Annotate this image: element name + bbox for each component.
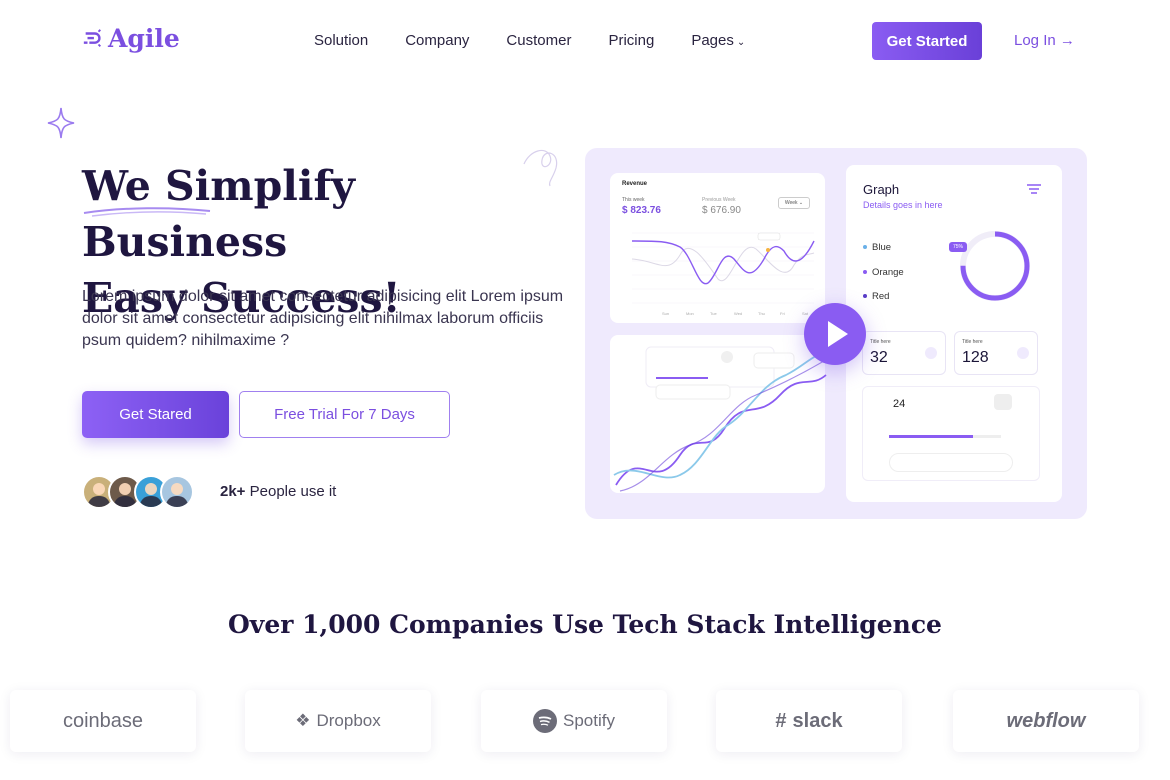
- stat-icon: [925, 347, 937, 359]
- graph-card: Graph Details goes in here Blue Orange R…: [846, 165, 1062, 502]
- day-tick-tue: Tue: [710, 311, 718, 316]
- companies-heading: Over 1,000 Companies Use Tech Stack Inte…: [228, 610, 942, 639]
- top-nav: Agile Solution Company Customer Pricing …: [0, 0, 1170, 84]
- free-trial-button[interactable]: Free Trial For 7 Days: [239, 391, 450, 438]
- logo-coinbase: coinbase: [10, 690, 196, 752]
- day-tick-sat: Sat: [802, 311, 809, 316]
- logo-dropbox: ❖ Dropbox: [245, 690, 431, 752]
- logo-spotify: Spotify: [481, 690, 667, 752]
- day-tick-sun: Sun: [662, 311, 669, 316]
- stat-value: 32: [870, 349, 888, 366]
- login-link[interactable]: Log In →: [1014, 32, 1075, 49]
- more-icon[interactable]: [994, 394, 1012, 410]
- get-stared-button[interactable]: Get Stared: [82, 391, 229, 438]
- period-select[interactable]: Week ⌄: [778, 197, 810, 209]
- detail-value: 24: [893, 398, 906, 410]
- period-select-label: Week: [784, 200, 798, 206]
- legend-label-orange: Orange: [872, 266, 904, 278]
- this-week-label: This week: [622, 197, 645, 203]
- previous-week-value: $ 676.90: [702, 205, 741, 216]
- avatar: [160, 475, 194, 509]
- slack-icon: #: [775, 709, 787, 732]
- revenue-title: Revenue: [622, 181, 648, 187]
- brand-logo[interactable]: Agile: [82, 24, 180, 53]
- get-started-button[interactable]: Get Started: [872, 22, 982, 60]
- percent-badge: 75%: [949, 242, 968, 252]
- coinbase-wordmark: coinbase: [62, 709, 144, 732]
- revenue-line-chart: Sun Mon Tue Wed Thu Fri Sat: [631, 232, 815, 316]
- previous-week-label: Previous Week: [702, 197, 736, 203]
- progress-bar: [889, 435, 1001, 438]
- nav-link-pages[interactable]: Pages ⌄: [691, 32, 745, 49]
- progress-fill: [889, 435, 973, 438]
- dropbox-icon: ❖: [295, 711, 311, 730]
- sparkle-icon: [47, 107, 75, 139]
- stat-label: Title here: [870, 339, 891, 345]
- legend-item-red: Red: [863, 285, 904, 310]
- participants-pill: [889, 453, 1013, 472]
- donut-chart: [960, 231, 1030, 301]
- revenue-card: Revenue This week Previous Week $ 823.76…: [610, 173, 825, 323]
- webflow-wordmark: webflow: [1006, 709, 1086, 732]
- stat-label: Title here: [962, 339, 983, 345]
- legend-label-blue: Blue: [872, 242, 892, 253]
- legend-label-red: Red: [872, 291, 890, 302]
- graph-subtitle: Details goes in here: [863, 200, 943, 210]
- stat-icon: [1017, 347, 1029, 359]
- company-logos: coinbase ❖ Dropbox Spotify # slack webfl…: [10, 690, 1160, 754]
- users-count: 2k+: [220, 483, 246, 500]
- day-tick-mon: Mon: [686, 311, 694, 316]
- stat-box-1: Title here 32: [862, 331, 946, 375]
- chevron-down-icon: ⌄: [736, 37, 746, 48]
- logo-text: Agile: [108, 24, 180, 53]
- stat-box-2: Title here 128: [954, 331, 1038, 375]
- nav-link-pages-label: Pages: [691, 32, 734, 49]
- play-video-button[interactable]: [804, 303, 866, 365]
- logo-slack: # slack: [716, 690, 902, 752]
- main-menu: Solution Company Customer Pricing Pages ⌄: [314, 32, 745, 49]
- day-tick-thu: Thu: [758, 311, 765, 316]
- users-label: People use it: [249, 483, 337, 500]
- logo-webflow: webflow: [953, 690, 1139, 752]
- agile-logo-icon: [83, 28, 101, 47]
- spotify-icon: [533, 709, 557, 733]
- users-count-text: 2k+ People use it: [220, 483, 336, 500]
- nav-link-company[interactable]: Company: [405, 32, 469, 49]
- stat-value: 128: [962, 349, 989, 366]
- slack-wordmark: slack: [792, 709, 843, 732]
- day-tick-fri: Fri: [780, 311, 785, 316]
- graph-legend: Blue Orange Red: [863, 236, 904, 310]
- title-underline-decoration: [83, 207, 211, 217]
- nav-link-customer[interactable]: Customer: [506, 32, 571, 49]
- dashboard-preview: Revenue This week Previous Week $ 823.76…: [585, 148, 1087, 519]
- spotify-wordmark: Spotify: [563, 711, 615, 730]
- day-axis: Sun Mon Tue Wed Thu Fri Sat: [662, 311, 809, 316]
- graph-title: Graph: [863, 182, 900, 197]
- detail-card: 24: [862, 386, 1040, 481]
- day-tick-wed: Wed: [734, 311, 742, 316]
- filter-icon[interactable]: [1027, 184, 1041, 194]
- legend-item-blue: Blue: [863, 236, 904, 261]
- dropbox-wordmark: Dropbox: [316, 711, 381, 730]
- this-week-value: $ 823.76: [622, 205, 661, 216]
- hero-description: Lorem ipsum dolor sit amet consectetur a…: [82, 288, 564, 349]
- growth-card: 24 48: [610, 335, 827, 493]
- user-avatars: [82, 475, 194, 509]
- legend-item-orange: Orange: [863, 261, 904, 286]
- nav-link-solution[interactable]: Solution: [314, 32, 368, 49]
- nav-link-pricing[interactable]: Pricing: [608, 32, 654, 49]
